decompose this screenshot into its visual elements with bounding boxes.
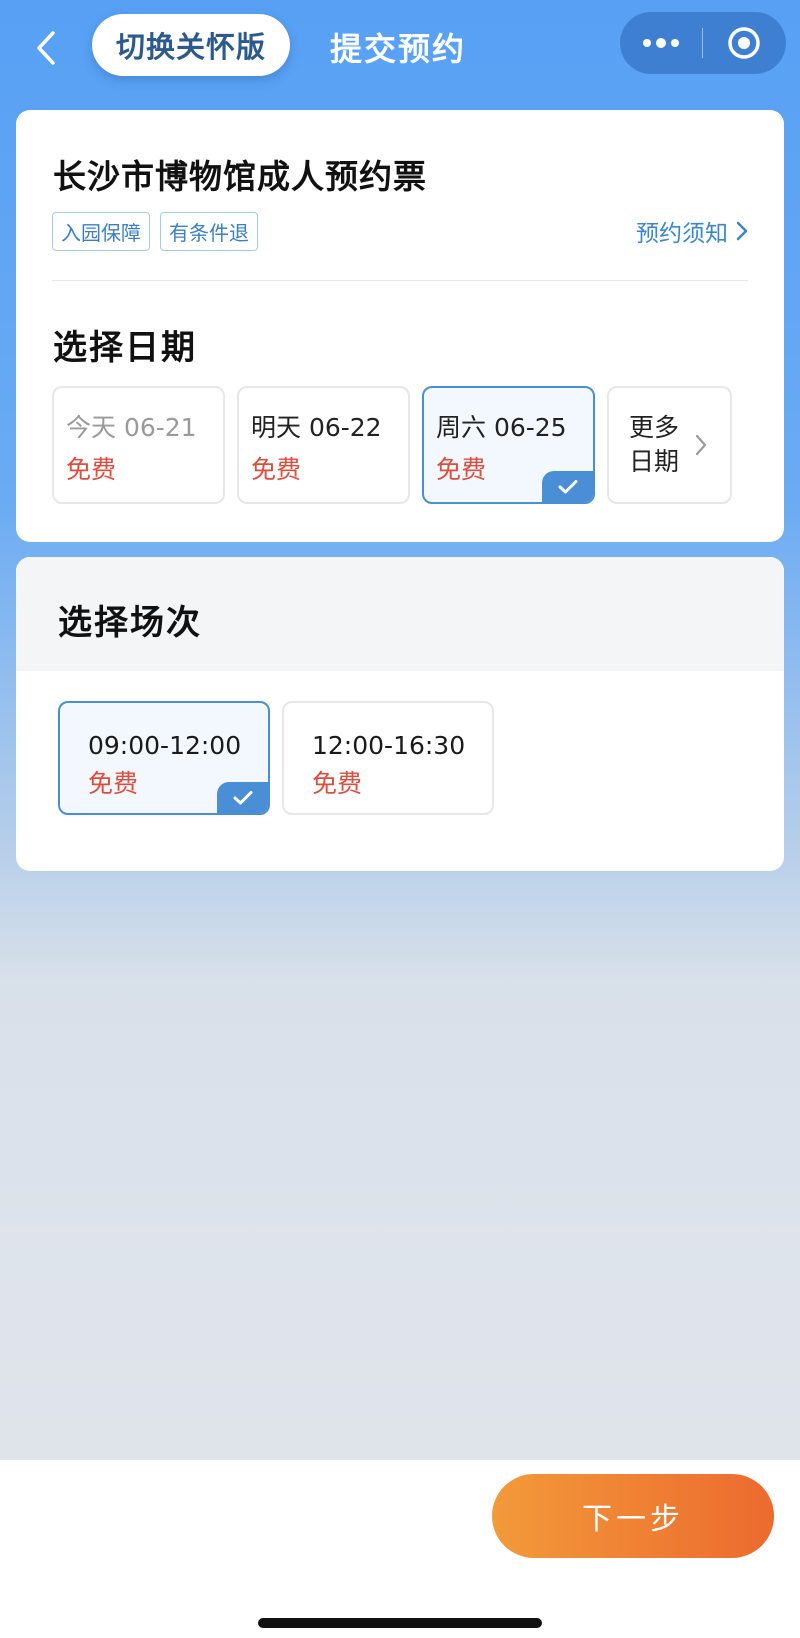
session-time: 12:00-16:30 (312, 731, 466, 760)
target-circle-icon (728, 27, 760, 59)
care-mode-button[interactable]: 切换关怀版 (92, 14, 290, 76)
chevron-left-icon (37, 31, 55, 65)
selected-badge (542, 471, 593, 502)
date-option-saturday[interactable]: 周六 06-25 免费 (422, 386, 595, 504)
session-option-afternoon[interactable]: 12:00-16:30 免费 (282, 701, 494, 815)
back-button[interactable] (26, 26, 66, 70)
more-dots-icon (643, 39, 651, 47)
checkmark-icon (558, 480, 578, 494)
ticket-title: 长沙市博物馆成人预约票 (53, 157, 427, 196)
tag-entry-guarantee: 入园保障 (52, 212, 150, 251)
date-price: 免费 (251, 455, 302, 484)
session-price: 免费 (312, 769, 363, 798)
ticket-card: 长沙市博物馆成人预约票 入园保障 有条件退 预约须知 选择日期 今天 06-21… (16, 110, 784, 542)
chevron-right-icon (695, 434, 707, 456)
top-nav-bar: 切换关怀版 提交预约 (0, 0, 800, 96)
session-header: 选择场次 (16, 557, 784, 671)
booking-notice-link[interactable]: 预约须知 (636, 214, 748, 248)
date-label: 今天 06-21 (66, 413, 197, 442)
checkmark-icon (233, 791, 253, 805)
selected-badge (217, 782, 268, 813)
home-indicator (258, 1618, 542, 1628)
date-price: 免费 (66, 455, 117, 484)
mini-program-capsule (620, 12, 786, 74)
page-title: 提交预约 (330, 30, 467, 68)
date-section-title: 选择日期 (53, 328, 197, 368)
session-options: 09:00-12:00 免费 12:00-16:30 免费 (58, 701, 494, 815)
more-dates-label: 更多日期 (629, 413, 680, 476)
more-button[interactable] (620, 12, 702, 74)
tag-conditional-refund: 有条件退 (160, 212, 258, 251)
date-label: 明天 06-22 (251, 413, 382, 442)
more-dates-button[interactable]: 更多日期 (607, 386, 732, 504)
session-section-title: 选择场次 (58, 603, 202, 643)
divider (52, 280, 748, 281)
session-option-morning[interactable]: 09:00-12:00 免费 (58, 701, 270, 815)
session-time: 09:00-12:00 (88, 731, 242, 760)
chevron-right-icon (736, 221, 748, 241)
date-option-tomorrow[interactable]: 明天 06-22 免费 (237, 386, 410, 504)
date-option-today[interactable]: 今天 06-21 免费 (52, 386, 225, 504)
date-options: 今天 06-21 免费 明天 06-22 免费 周六 06-25 免费 更多日期 (52, 386, 732, 504)
date-label: 周六 06-25 (436, 413, 567, 442)
booking-notice-label: 预约须知 (636, 221, 728, 247)
session-card: 选择场次 09:00-12:00 免费 12:00-16:30 免费 (16, 557, 784, 871)
bottom-action-bar: 下一步 (0, 1460, 800, 1638)
next-step-button[interactable]: 下一步 (492, 1474, 774, 1558)
ticket-tags: 入园保障 有条件退 (52, 212, 258, 251)
close-program-button[interactable] (703, 12, 785, 74)
